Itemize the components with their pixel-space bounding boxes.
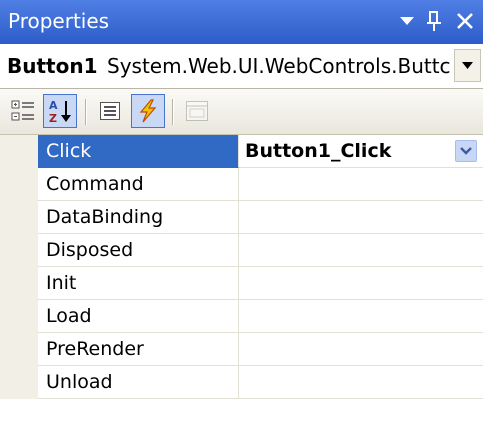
dropdown-arrow-icon[interactable] [393, 6, 421, 36]
chevron-down-icon [462, 62, 473, 69]
categorized-icon [11, 100, 34, 121]
event-name[interactable]: PreRender [38, 333, 239, 366]
row-gutter [0, 333, 38, 366]
event-name[interactable]: Load [38, 300, 239, 333]
event-row-command[interactable]: Command [0, 168, 483, 201]
row-gutter [0, 366, 38, 399]
svg-text:A: A [49, 99, 58, 112]
handler-dropdown-button[interactable] [455, 140, 477, 162]
event-name[interactable]: Unload [38, 366, 239, 399]
event-handler-value[interactable] [239, 267, 483, 300]
properties-window: Properties Button1 System.Web.UI.WebCont… [0, 0, 483, 421]
event-handler-value[interactable] [239, 234, 483, 267]
chevron-down-icon [460, 147, 472, 155]
event-row-click[interactable]: Click Button1_Click [0, 135, 483, 168]
event-row-prerender[interactable]: PreRender [0, 333, 483, 366]
event-name[interactable]: Init [38, 267, 239, 300]
event-handler-value[interactable] [239, 333, 483, 366]
event-name[interactable]: Disposed [38, 234, 239, 267]
event-name[interactable]: DataBinding [38, 201, 239, 234]
event-name[interactable]: Command [38, 168, 239, 201]
object-type: System.Web.UI.WebControls.Buttc [107, 54, 451, 78]
toolbar-separator [172, 99, 174, 125]
row-gutter [0, 234, 38, 267]
close-icon[interactable] [451, 6, 479, 36]
alphabetical-icon: A Z [49, 99, 71, 124]
object-name: Button1 [7, 54, 98, 78]
event-row-unload[interactable]: Unload [0, 366, 483, 399]
events-icon [139, 99, 157, 123]
object-selector[interactable]: Button1 System.Web.UI.WebControls.Buttc [0, 44, 483, 89]
pin-icon[interactable] [420, 6, 448, 36]
categorized-button[interactable] [6, 94, 40, 128]
alphabetical-button[interactable]: A Z [43, 94, 77, 128]
properties-toolbar: A Z [0, 89, 483, 135]
title-bar[interactable]: Properties [0, 0, 483, 44]
row-gutter [0, 201, 38, 234]
event-row-disposed[interactable]: Disposed [0, 234, 483, 267]
event-row-load[interactable]: Load [0, 300, 483, 333]
event-handler-value[interactable] [239, 168, 483, 201]
properties-icon [100, 102, 120, 120]
row-gutter [0, 135, 38, 168]
event-handler-value[interactable] [239, 300, 483, 333]
event-row-databinding[interactable]: DataBinding [0, 201, 483, 234]
object-selector-dropdown-button[interactable] [454, 49, 481, 82]
events-grid: Click Button1_Click Command DataBinding … [0, 135, 483, 421]
event-handler-value[interactable]: Button1_Click [239, 135, 483, 168]
event-handler-value[interactable] [239, 201, 483, 234]
event-row-init[interactable]: Init [0, 267, 483, 300]
row-gutter [0, 267, 38, 300]
row-gutter [0, 168, 38, 201]
svg-text:Z: Z [49, 112, 57, 124]
window-title: Properties [8, 9, 110, 33]
properties-button[interactable] [93, 94, 127, 128]
property-pages-button[interactable] [180, 94, 214, 128]
property-pages-icon [186, 101, 208, 121]
events-button[interactable] [131, 94, 165, 128]
row-gutter [0, 300, 38, 333]
event-handler-text: Button1_Click [245, 140, 392, 162]
toolbar-separator [85, 99, 87, 125]
event-handler-value[interactable] [239, 366, 483, 399]
event-name[interactable]: Click [38, 135, 239, 168]
